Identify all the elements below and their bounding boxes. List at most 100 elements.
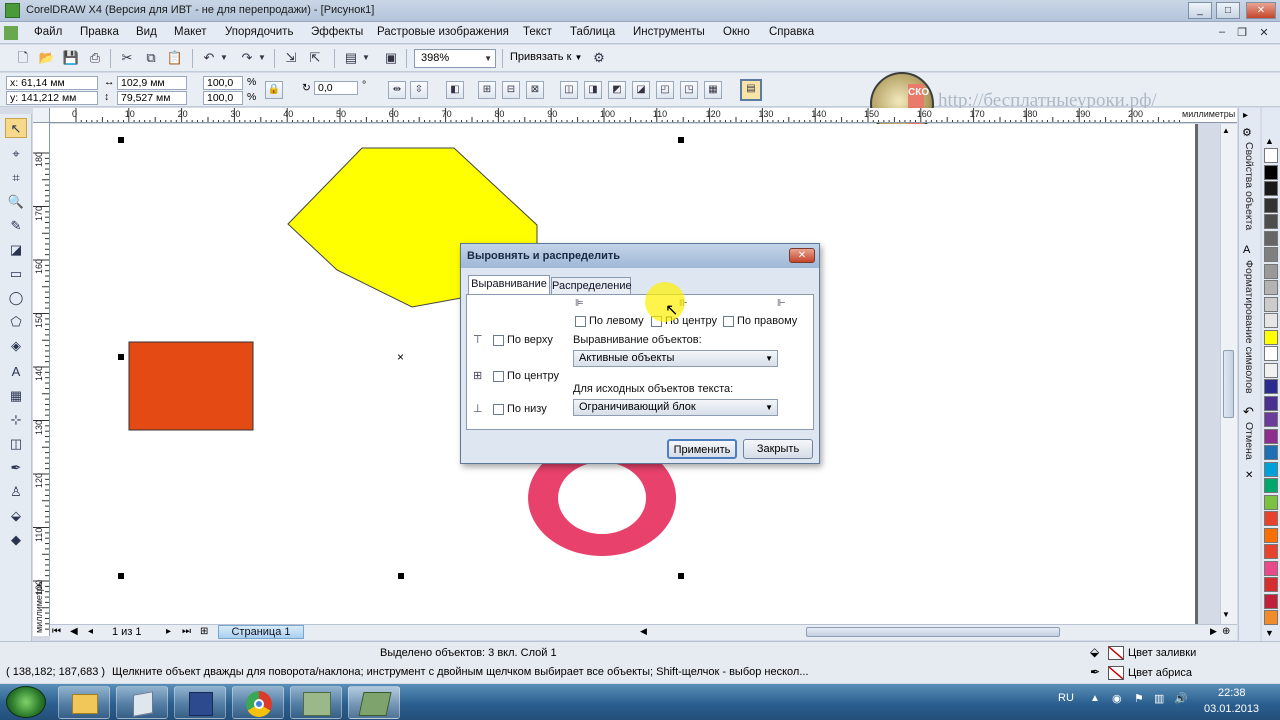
y-position-field[interactable]: y: 141,212 мм [6,91,98,105]
palette-swatch[interactable] [1264,197,1278,213]
docker-close-icon[interactable]: ✕ [1245,470,1253,481]
intersect-icon[interactable]: ◩ [608,81,626,99]
align-objects-select[interactable]: Активные объекты ▼ [573,350,778,367]
save-icon[interactable]: 💾 [62,49,80,67]
dialog-title-bar[interactable]: Выровнять и распределить ✕ [461,244,819,268]
prev-page-icon[interactable]: ◀ [70,626,78,637]
back-minus-front-icon[interactable]: ◳ [680,81,698,99]
trim-icon[interactable]: ◨ [584,81,602,99]
menu-window[interactable]: Окно [723,26,750,38]
ellipse-tool-icon[interactable]: ◯ [5,288,27,308]
copy-icon[interactable]: ⧉ [142,49,160,67]
docker-tab-object-properties[interactable]: Свойства объекта [1243,142,1255,230]
palette-swatch[interactable] [1264,511,1278,526]
pick-tool-icon[interactable]: ↖ [5,118,27,138]
handle-bottom-middle[interactable] [398,573,404,579]
interactive-blend-icon[interactable]: ◫ [5,434,27,454]
ruler-vertical[interactable]: 180 170 160 150 140 130 120 110 100 миллиметры [33,123,50,636]
undo-dropdown-icon[interactable]: ▼ [218,49,230,67]
taskbar-app-button[interactable] [116,686,168,719]
print-icon[interactable]: ⎙ [86,49,104,67]
redo-dropdown-icon[interactable]: ▼ [256,49,268,67]
fill-tool-icon[interactable]: ⬙ [5,506,27,526]
align-center-v-checkbox[interactable] [493,371,504,382]
scale-height-field[interactable]: 100,0 [203,91,243,105]
object-properties-icon[interactable]: ⚙ [1242,126,1252,139]
freehand-tool-icon[interactable]: ✎ [5,216,27,236]
launcher-dropdown-icon[interactable]: ▼ [360,49,372,67]
text-tool-icon[interactable]: A [5,362,27,382]
taskbar-coreldraw-button[interactable] [348,686,400,719]
scroll-down-icon[interactable]: ▼ [1222,610,1230,619]
mirror-vertical-icon[interactable]: ⇳ [410,81,428,99]
outline-pen-icon[interactable]: ♙ [5,482,27,502]
redo-icon[interactable]: ↷ [238,49,256,67]
first-page-icon[interactable]: ⏮ [52,626,61,637]
palette-swatch[interactable] [1264,247,1278,262]
add-page-icon[interactable]: ⊞ [200,626,208,637]
zoom-tool-icon[interactable]: 🔍 [5,192,27,212]
maximize-button[interactable]: □ [1216,2,1240,19]
palette-swatch[interactable] [1264,478,1278,493]
docker-tab-undo[interactable]: Отмена [1243,422,1255,460]
tab-align[interactable]: Выравнивание [468,275,550,295]
paste-icon[interactable]: 📋 [166,49,184,67]
palette-swatch[interactable] [1264,329,1278,345]
shape-tool-icon[interactable]: ⌖ [5,144,27,164]
simplify-icon[interactable]: ◪ [632,81,650,99]
language-indicator[interactable]: RU [1058,692,1074,704]
align-bottom-checkbox[interactable] [493,404,504,415]
palette-swatch[interactable] [1264,544,1278,559]
x-position-field[interactable]: x: 61,14 мм [6,76,98,90]
menu-file[interactable]: Файл [34,26,62,38]
menu-edit[interactable]: Правка [80,26,119,38]
palette-swatch[interactable] [1264,610,1278,625]
undo-icon[interactable]: ↶ [200,49,218,67]
palette-swatch[interactable] [1264,379,1278,394]
smart-fill-icon[interactable]: ◪ [5,240,27,260]
ruler-horizontal[interactable]: 0 10 20 30 40 50 60 70 80 90 100 110 120 130 140 150 160… [50,108,1237,123]
zoom-select[interactable]: 398% ▼ [414,49,496,68]
apply-button[interactable]: Применить [667,439,737,459]
align-right-checkbox[interactable] [723,316,734,327]
minimize-button[interactable]: _ [1188,2,1212,19]
menu-tools[interactable]: Инструменты [633,26,705,38]
palette-swatch[interactable] [1264,412,1278,427]
launcher-icon[interactable]: ▤ [342,49,360,67]
options-icon[interactable]: ⚙ [590,49,608,67]
clock-time[interactable]: 22:38 [1218,687,1246,699]
close-button[interactable]: Закрыть [743,439,813,459]
eyedropper-icon[interactable]: ✒ [5,458,27,478]
docker-tab-character-formatting[interactable]: Форматирование символов [1243,260,1255,394]
tray-app-icon[interactable]: ◉ [1112,692,1122,705]
basic-shapes-icon[interactable]: ◈ [5,336,27,356]
taskbar-explorer-button[interactable] [58,686,110,719]
combine-icon[interactable]: ⊞ [478,81,496,99]
taskbar-chrome-button[interactable] [232,686,284,719]
menu-layout[interactable]: Макет [174,26,207,38]
flag-icon[interactable]: ⚑ [1134,692,1144,705]
front-minus-back-icon[interactable]: ◰ [656,81,674,99]
cut-icon[interactable]: ✂ [118,49,136,67]
palette-swatch[interactable] [1264,148,1278,163]
dialog-close-button[interactable]: ✕ [789,248,815,263]
export-icon[interactable]: ⇱ [306,49,324,67]
handle-top-right[interactable] [678,137,684,143]
doc-close-icon[interactable]: ✕ [1256,26,1272,40]
rotation-field[interactable]: 0,0 [314,81,358,95]
palette-swatch[interactable] [1264,395,1278,411]
palette-swatch[interactable] [1264,461,1278,477]
doc-restore-icon[interactable]: ❐ [1234,26,1250,40]
fill-none-swatch[interactable] [1108,646,1124,660]
height-field[interactable]: 79,527 мм [117,91,187,105]
handle-bottom-right[interactable] [678,573,684,579]
menu-help[interactable]: Справка [769,26,814,38]
handle-mid-left[interactable] [118,354,124,360]
palette-swatch[interactable] [1264,164,1278,180]
character-format-icon[interactable]: A [1243,244,1250,256]
align-right-label[interactable]: По правому [737,315,797,327]
orange-rectangle[interactable] [128,341,254,431]
align-bottom-label[interactable]: По низу [507,403,547,415]
palette-swatch[interactable] [1264,313,1278,328]
taskbar-corel-button[interactable] [290,686,342,719]
